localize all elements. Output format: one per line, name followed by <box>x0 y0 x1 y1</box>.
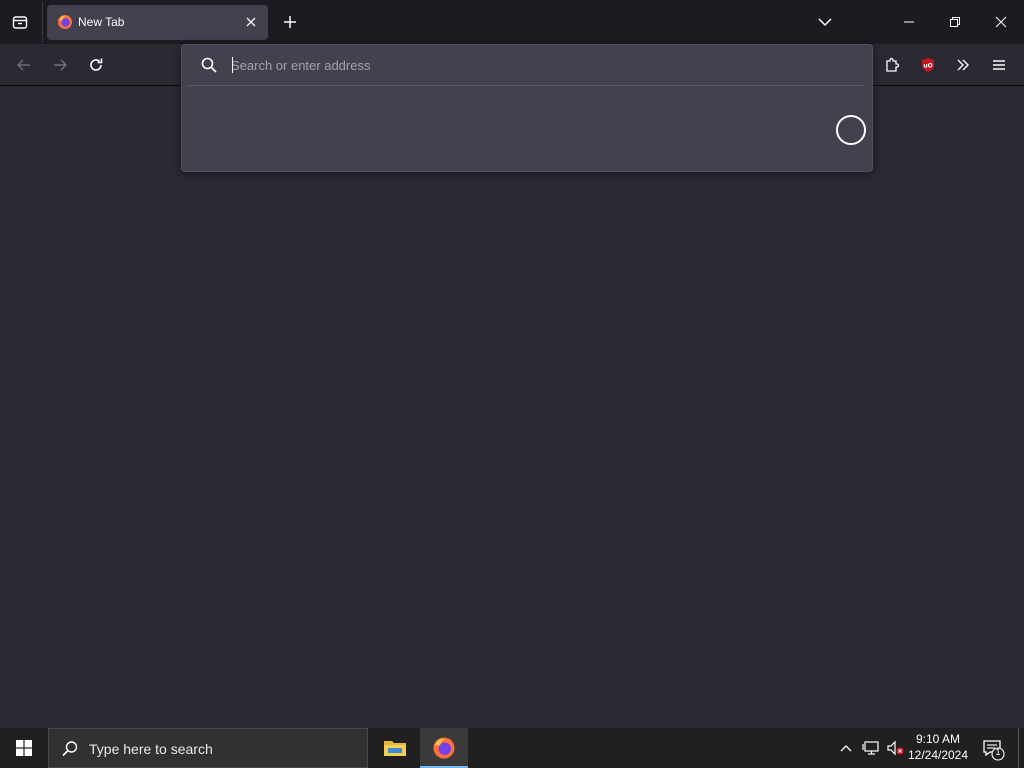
tab-strip: New Tab <box>0 0 1024 44</box>
volume-button[interactable] <box>885 738 905 758</box>
restore-window-button[interactable] <box>932 0 978 44</box>
svg-text:uO: uO <box>923 63 932 70</box>
clock-date: 12/24/2024 <box>907 748 969 762</box>
windows-logo-icon <box>16 740 32 756</box>
clock-time: 9:10 AM <box>915 732 961 746</box>
firefox-icon <box>433 737 455 759</box>
ublock-origin-icon: uO <box>922 58 934 72</box>
double-chevron-right-icon <box>957 59 969 71</box>
taskbar-search-placeholder: Type here to search <box>89 741 213 757</box>
firefox-view-icon <box>12 16 28 29</box>
firefox-view-button[interactable] <box>6 9 34 35</box>
address-bar-dropdown <box>181 44 873 172</box>
search-icon <box>62 741 78 757</box>
show-hidden-icons-button[interactable] <box>836 738 856 758</box>
tab-title: New Tab <box>78 15 125 29</box>
overflow-menu-button[interactable] <box>950 52 976 78</box>
arrow-right-icon <box>54 59 67 71</box>
close-window-button[interactable] <box>978 0 1024 44</box>
app-menu-button[interactable] <box>986 52 1012 78</box>
urlbar-divider <box>188 85 864 86</box>
search-icon <box>201 57 217 73</box>
taskbar-clock[interactable]: 9:10 AM 12/24/2024 <box>906 731 970 764</box>
notification-count: 1 <box>995 747 1001 757</box>
plus-icon <box>284 16 296 28</box>
extensions-button[interactable] <box>879 52 905 78</box>
close-tab-button[interactable] <box>243 14 259 30</box>
tab-new-tab[interactable]: New Tab <box>47 5 268 40</box>
puzzle-icon <box>886 57 900 72</box>
address-input[interactable] <box>231 53 851 77</box>
network-icon <box>862 741 879 755</box>
minimize-window-button[interactable] <box>886 0 932 44</box>
ublock-origin-button[interactable]: uO <box>915 52 941 78</box>
taskbar-app-firefox[interactable] <box>420 728 468 768</box>
chevron-up-icon <box>840 745 852 752</box>
start-button[interactable] <box>0 728 48 768</box>
taskbar-search-box[interactable]: Type here to search <box>48 728 368 768</box>
taskbar-app-file-explorer[interactable] <box>371 728 419 768</box>
minimize-icon <box>904 21 914 23</box>
close-icon <box>246 17 256 27</box>
show-desktop-button[interactable] <box>1018 728 1019 768</box>
taskbar: Type here to search 9:10 AM 12/24/2024 1 <box>0 728 1024 768</box>
folder-icon <box>384 741 406 756</box>
forward-button[interactable] <box>47 52 73 78</box>
text-caret <box>232 57 233 73</box>
list-all-tabs-button[interactable] <box>814 11 836 33</box>
reload-button[interactable] <box>83 52 109 78</box>
close-icon <box>995 16 1007 28</box>
volume-muted-icon <box>887 740 904 756</box>
tab-separator <box>42 2 43 42</box>
chevron-down-icon <box>818 18 832 27</box>
new-tab-button[interactable] <box>279 11 301 33</box>
spinner-icon <box>836 115 866 145</box>
restore-icon <box>950 17 960 27</box>
arrow-left-icon <box>17 59 30 71</box>
network-status-button[interactable] <box>861 738 881 758</box>
hamburger-menu-icon <box>993 60 1005 70</box>
page-content <box>0 86 1024 728</box>
back-button[interactable] <box>11 52 37 78</box>
screen: New Tab uO Search or enter address Type … <box>0 0 1024 768</box>
firefox-icon <box>58 15 72 29</box>
reload-icon <box>90 58 103 71</box>
action-center-button[interactable]: 1 <box>980 736 1006 762</box>
